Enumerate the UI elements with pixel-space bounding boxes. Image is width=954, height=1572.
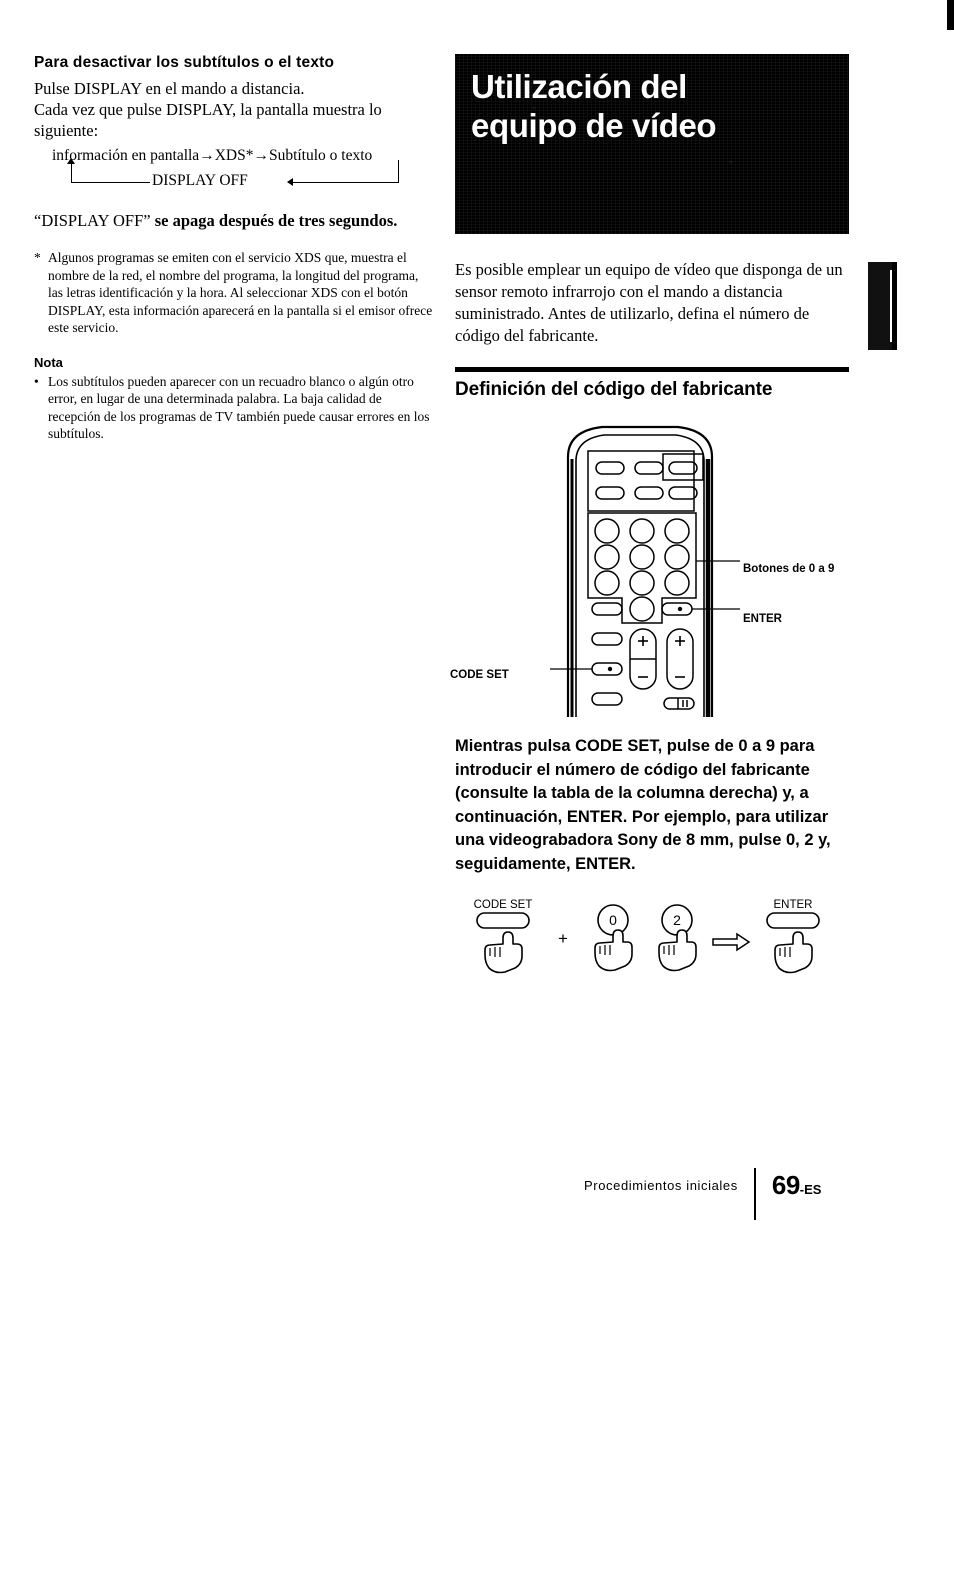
footnote-text: Algunos programas se emiten con el servi… bbox=[48, 250, 433, 335]
remote-button-row2-2 bbox=[634, 486, 664, 500]
press-step-zero-label: 0 bbox=[609, 912, 617, 928]
note-text: Los subtítulos pueden aparecer con un re… bbox=[48, 373, 430, 442]
remote-button-left-1 bbox=[591, 602, 623, 616]
press-step-two: 2 bbox=[658, 904, 697, 972]
remote-number-button bbox=[629, 570, 655, 596]
chapter-title-banner: Utilización del equipo de vídeo bbox=[455, 54, 849, 234]
flow-diagram-left-arrow-icon bbox=[287, 178, 293, 186]
heading-desactivar-subtitulos: Para desactivar los subtítulos o el text… bbox=[34, 54, 335, 71]
footer-divider bbox=[753, 1168, 756, 1220]
remote-number-button bbox=[629, 518, 655, 544]
press-step-code-set: CODE SET bbox=[474, 899, 533, 974]
intro-paragraph: Es posible emplear un equipo de vídeo qu… bbox=[455, 260, 843, 345]
chapter-edge-tab bbox=[868, 262, 897, 350]
display-off-note: “DISPLAY OFF” se apaga después de tres s… bbox=[34, 211, 434, 231]
code-set-button-dot bbox=[607, 666, 613, 672]
remote-control-figure: Botones de 0 a 9 ENTER CODE SET bbox=[450, 417, 855, 717]
footer-page-number: 69-ES bbox=[772, 1168, 822, 1201]
callout-label-enter: ENTER bbox=[743, 613, 782, 625]
press-step-enter-label: ENTER bbox=[774, 899, 813, 911]
flow-diagram-left-elbow bbox=[71, 160, 150, 183]
remote-button-left-4 bbox=[591, 692, 623, 706]
left-column: Para desactivar los subtítulos o el text… bbox=[34, 54, 434, 443]
press-step-code-set-label: CODE SET bbox=[474, 899, 533, 911]
footnote-asterisk-bullet: * bbox=[34, 250, 41, 265]
remote-number-button bbox=[629, 544, 655, 570]
remote-button-row2-3 bbox=[668, 486, 698, 500]
paragraph-pulse-display-line1: Pulse DISPLAY en el mando a distancia. bbox=[34, 79, 305, 98]
section-rule bbox=[455, 367, 849, 372]
display-off-note-bold: se apaga después de tres segundos. bbox=[154, 211, 398, 230]
flow-diagram-up-arrow-icon bbox=[67, 158, 75, 164]
remote-number-button bbox=[664, 570, 690, 596]
footer-inner: Procedimientos iniciales 69-ES bbox=[584, 1168, 821, 1220]
remote-number-button bbox=[664, 544, 690, 570]
press-sequence-arrow-icon bbox=[712, 932, 751, 952]
remote-button-enter bbox=[661, 602, 693, 616]
remote-number-button-zero bbox=[629, 596, 655, 622]
press-step-enter: ENTER bbox=[766, 899, 820, 974]
note-item: • Los subtítulos pueden aparecer con un … bbox=[34, 373, 434, 443]
callout-label-botones-0-9: Botones de 0 a 9 bbox=[743, 563, 835, 575]
chapter-title-text: Utilización del equipo de vídeo bbox=[471, 67, 717, 145]
footnote-block: * Algunos programas se emiten con el ser… bbox=[34, 249, 434, 337]
footer-chapter-name: Procedimientos iniciales bbox=[584, 1178, 738, 1193]
page-footer: Procedimientos iniciales 69-ES bbox=[0, 1168, 954, 1238]
note-bullet: • bbox=[34, 373, 39, 389]
remote-slide-switch bbox=[663, 697, 695, 710]
remote-body-outline bbox=[566, 425, 714, 717]
callout-label-code-set: CODE SET bbox=[450, 669, 509, 681]
remote-button-left-2 bbox=[591, 632, 623, 646]
remote-button-power bbox=[668, 461, 698, 475]
remote-number-button bbox=[594, 518, 620, 544]
press-step-enter-button bbox=[766, 912, 820, 929]
display-off-note-quote: “DISPLAY OFF” bbox=[34, 211, 155, 230]
right-column: Utilización del equipo de vídeo Es posib… bbox=[450, 54, 855, 994]
remote-button-top-1 bbox=[595, 461, 625, 475]
press-step-code-set-button bbox=[476, 912, 530, 929]
remote-button-row2-1 bbox=[595, 486, 625, 500]
footer-page-number-value: 69 bbox=[771, 1170, 800, 1200]
press-step-zero: 0 bbox=[594, 904, 633, 972]
remote-number-button bbox=[664, 518, 690, 544]
remote-button-top-2 bbox=[634, 461, 664, 475]
top-panel-outline bbox=[587, 450, 695, 512]
press-sequence-illustration: CODE SET + 0 2 ENTER bbox=[474, 899, 820, 974]
display-cycle-diagram: información en pantalla→XDS*→Subtítulo o… bbox=[34, 147, 434, 197]
instruction-paragraph: Mientras pulsa CODE SET, pulse de 0 a 9 … bbox=[455, 737, 831, 873]
press-step-two-label: 2 bbox=[673, 912, 681, 928]
enter-button-dot bbox=[677, 606, 683, 612]
press-sequence-plus-sign: + bbox=[558, 929, 568, 948]
flow-diagram-right-elbow bbox=[292, 160, 399, 183]
button-press-sequence-figure: CODE SET + 0 2 ENTER bbox=[455, 894, 855, 994]
paragraph-pulse-display-line3: siguiente: bbox=[34, 121, 99, 140]
footnote-item: * Algunos programas se emiten con el ser… bbox=[34, 249, 434, 337]
remote-control-illustration bbox=[550, 425, 740, 717]
remote-number-button bbox=[594, 570, 620, 596]
heading-definicion-codigo: Definición del código del fabricante bbox=[455, 379, 773, 400]
remote-button-code-set bbox=[591, 662, 623, 676]
manual-page: Para desactivar los subtítulos o el text… bbox=[0, 0, 954, 1572]
page-corner-mark bbox=[947, 0, 954, 30]
chapter-title-line2: equipo de vídeo bbox=[471, 107, 717, 144]
flow-diagram-bottom-label: DISPLAY OFF bbox=[152, 172, 248, 189]
footer-page-number-suffix: -ES bbox=[799, 1182, 822, 1197]
paragraph-pulse-display-line2: Cada vez que pulse DISPLAY, la pantalla … bbox=[34, 100, 382, 119]
chapter-title-line1: Utilización del bbox=[471, 68, 687, 105]
remote-number-button bbox=[594, 544, 620, 570]
heading-nota: Nota bbox=[34, 354, 63, 370]
